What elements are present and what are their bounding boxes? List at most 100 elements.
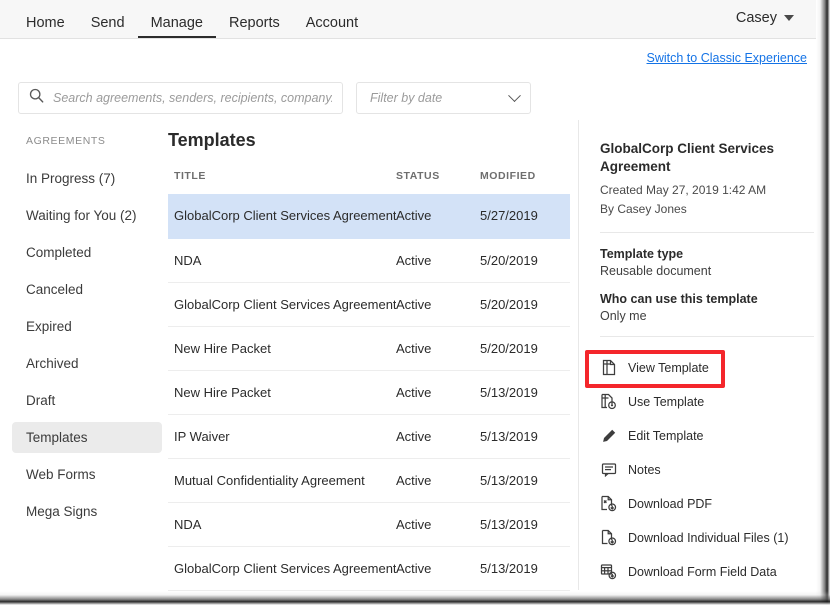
table-row[interactable]: NDA Active 5/13/2019 — [168, 502, 570, 547]
cell-title: NDA — [168, 502, 396, 547]
sidebar-item-templates[interactable]: Templates — [12, 422, 162, 453]
detail-author: By Casey Jones — [600, 202, 687, 217]
table-row[interactable]: GlobalCorp Client Services Agreement Acti… — [168, 194, 570, 239]
action-label: Download PDF — [628, 496, 713, 511]
download-file-icon — [600, 529, 617, 546]
cell-status: Active — [396, 370, 480, 415]
chevron-down-icon — [784, 15, 794, 21]
sidebar-heading: AGREEMENTS — [26, 135, 106, 147]
table-row[interactable]: IP Waiver Active 5/13/2019 — [168, 414, 570, 459]
cell-modified: 5/27/2019 — [480, 194, 570, 239]
nav-item-manage[interactable]: Manage — [137, 15, 216, 38]
panel-divider — [578, 120, 579, 590]
column-header-modified[interactable]: MODIFIED — [480, 170, 570, 194]
cell-modified: 5/13/2019 — [480, 370, 570, 415]
cell-modified: 5/13/2019 — [480, 502, 570, 547]
search-filter-row: Filter by date — [18, 82, 531, 114]
top-navigation-bar: Home Send Manage Reports Account Casey — [0, 0, 816, 39]
action-label: View Template — [628, 360, 709, 375]
download-form-data-icon — [600, 563, 617, 580]
detail-separator — [600, 231, 814, 233]
table-header: TITLE STATUS MODIFIED — [168, 170, 570, 194]
action-use-template[interactable]: Use Template — [600, 385, 814, 419]
filter-by-date-label: Filter by date — [370, 91, 443, 105]
cell-status: Active — [396, 194, 480, 239]
nav-item-account[interactable]: Account — [293, 15, 371, 39]
sidebar-item-draft[interactable]: Draft — [12, 385, 162, 416]
main-content: Templates TITLE STATUS MODIFIED GlobalCo… — [168, 130, 570, 591]
account-menu[interactable]: Casey — [736, 10, 794, 26]
document-gear-icon — [600, 393, 617, 410]
document-icon — [600, 359, 617, 376]
detail-created: Created May 27, 2019 1:42 AM — [600, 183, 767, 198]
action-label: Download Form Field Data — [628, 564, 777, 579]
search-input[interactable] — [53, 91, 332, 105]
action-download-pdf[interactable]: Download PDF — [600, 487, 814, 521]
table-row[interactable]: GlobalCorp Client Services Agreement Acti… — [168, 282, 570, 327]
sidebar-item-mega-signs[interactable]: Mega Signs — [12, 496, 162, 527]
sidebar-item-expired[interactable]: Expired — [12, 311, 162, 342]
action-view-template[interactable]: View Template — [600, 351, 814, 385]
cell-status: Active — [396, 238, 480, 283]
sidebar-item-in-progress[interactable]: In Progress (7) — [12, 163, 162, 194]
cell-title: Mutual Confidentiality Agreement — [168, 458, 396, 503]
nav-item-send[interactable]: Send — [78, 15, 138, 39]
switch-to-classic-experience-link[interactable]: Switch to Classic Experience — [647, 51, 807, 65]
cell-title: GlobalCorp Client Services Agreement — [168, 546, 396, 591]
cell-title: New Hire Packet — [168, 370, 396, 415]
nav-item-reports[interactable]: Reports — [216, 15, 293, 39]
column-header-status[interactable]: STATUS — [396, 170, 480, 194]
cell-status: Active — [396, 458, 480, 503]
download-pdf-icon — [600, 495, 617, 512]
action-download-form-field-data[interactable]: Download Form Field Data — [600, 555, 814, 589]
cell-status: Active — [396, 414, 480, 459]
who-can-use-value: Only me — [600, 308, 647, 323]
action-edit-template[interactable]: Edit Template — [600, 419, 814, 453]
who-can-use-label: Who can use this template — [600, 291, 758, 306]
templates-table: TITLE STATUS MODIFIED GlobalCorp Client … — [168, 170, 570, 591]
cell-modified: 5/13/2019 — [480, 546, 570, 591]
table-row[interactable]: GlobalCorp Client Services Agreement Acti… — [168, 546, 570, 591]
detail-panel: GlobalCorp Client Services Agreement Cre… — [600, 140, 814, 589]
sidebar-item-canceled[interactable]: Canceled — [12, 274, 162, 305]
cell-status: Active — [396, 282, 480, 327]
cell-modified: 5/13/2019 — [480, 414, 570, 459]
window-shadow-bottom — [0, 591, 830, 605]
cell-status: Active — [396, 326, 480, 371]
action-download-individual-files-1[interactable]: Download Individual Files (1) — [600, 521, 814, 555]
cell-status: Active — [396, 502, 480, 547]
window-shadow-right — [816, 0, 830, 605]
search-box[interactable] — [18, 82, 343, 114]
account-menu-label: Casey — [735, 10, 777, 26]
cell-modified: 5/13/2019 — [480, 458, 570, 503]
cell-title: GlobalCorp Client Services Agreement — [168, 194, 396, 239]
nav-item-home[interactable]: Home — [13, 15, 78, 39]
nav-items: Home Send Manage Reports Account — [13, 0, 371, 38]
table-row[interactable]: New Hire Packet Active 5/20/2019 — [168, 326, 570, 371]
template-type-value: Reusable document — [600, 263, 712, 278]
note-bubble-icon — [600, 461, 617, 478]
app-window: Home Send Manage Reports Account Casey Switc… — [0, 0, 830, 605]
detail-separator-2 — [600, 335, 814, 337]
detail-title: GlobalCorp Client Services Agreement — [600, 141, 775, 175]
column-header-title[interactable]: TITLE — [168, 170, 396, 194]
table-row[interactable]: Mutual Confidentiality Agreement Active 5/… — [168, 458, 570, 503]
table-row[interactable]: NDA Active 5/20/2019 — [168, 238, 570, 283]
cell-modified: 5/20/2019 — [480, 326, 570, 371]
cell-title: New Hire Packet — [168, 326, 396, 371]
action-notes[interactable]: Notes — [600, 453, 814, 487]
action-label: Download Individual Files (1) — [628, 530, 789, 545]
cell-title: IP Waiver — [168, 414, 396, 459]
sidebar-item-archived[interactable]: Archived — [12, 348, 162, 379]
sidebar-item-completed[interactable]: Completed — [12, 237, 162, 268]
filter-by-date-dropdown[interactable]: Filter by date — [356, 82, 531, 114]
sidebar-item-list: In Progress (7) Waiting for You (2) Comple… — [12, 163, 162, 527]
action-list: View Template Use Template Edit Template No… — [600, 351, 814, 589]
sidebar: AGREEMENTS In Progress (7) Waiting for Yo… — [12, 135, 162, 533]
sidebar-item-web-forms[interactable]: Web Forms — [12, 459, 162, 490]
sidebar-item-waiting-for-you[interactable]: Waiting for You (2) — [12, 200, 162, 231]
table-row[interactable]: New Hire Packet Active 5/13/2019 — [168, 370, 570, 415]
pencil-icon — [600, 427, 617, 444]
cell-title: NDA — [168, 238, 396, 283]
cell-status: Active — [396, 546, 480, 591]
